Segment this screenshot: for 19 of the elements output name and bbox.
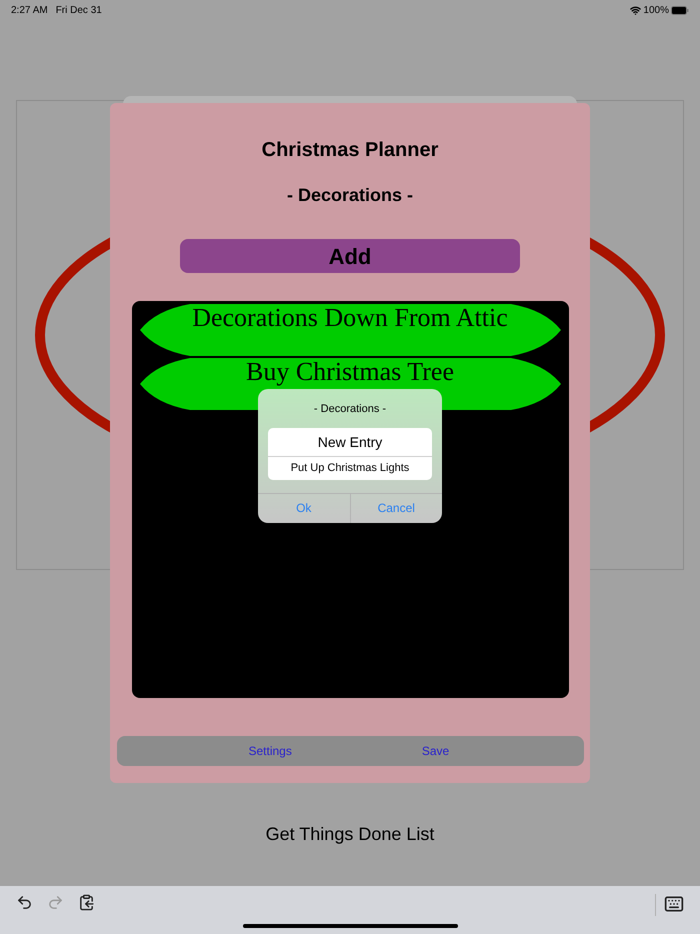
- input-field[interactable]: Put Up Christmas Lights: [268, 456, 432, 480]
- planner-title: Christmas Planner: [262, 138, 438, 163]
- list-item[interactable]: Decorations Down From Attic: [140, 304, 560, 356]
- input-field[interactable]: New Entry: [268, 428, 432, 456]
- ok-button[interactable]: Ok: [258, 494, 350, 522]
- planner-subtitle: - Decorations -: [286, 184, 414, 207]
- settings-button[interactable]: Settings: [248, 742, 292, 760]
- undo-button[interactable]: [16, 894, 33, 911]
- add-button[interactable]: Add: [180, 239, 520, 273]
- wifi-icon: [630, 4, 642, 16]
- status-date: Fri Dec 31: [56, 4, 102, 18]
- battery-icon: [671, 6, 689, 14]
- battery-percent: 100%: [643, 4, 669, 18]
- page-title: Get Things Done List: [266, 823, 434, 846]
- paste-button[interactable]: [78, 894, 95, 911]
- keyboard-button[interactable]: [664, 894, 684, 914]
- cancel-button[interactable]: Cancel: [350, 494, 442, 522]
- status-time: 2:27 AM: [11, 4, 48, 18]
- save-button[interactable]: Save: [422, 742, 450, 760]
